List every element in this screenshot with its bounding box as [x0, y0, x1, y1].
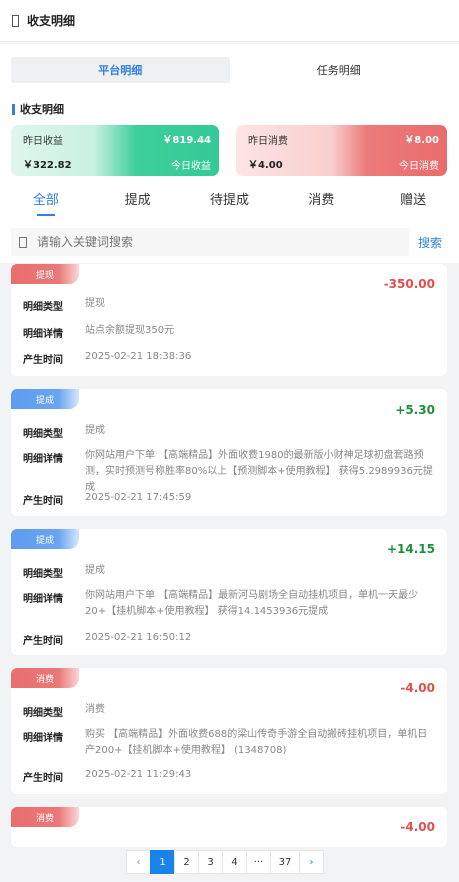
- record-card: 提成 +14.15 明细类型 提成 明细详情 你网站用户下单 【高端精品】最新河…: [11, 529, 447, 655]
- time-label: 产生时间: [23, 636, 63, 647]
- tab-gift[interactable]: 赠送: [367, 184, 459, 218]
- page-button-4[interactable]: 4: [222, 850, 247, 874]
- section-bar: [12, 103, 15, 115]
- page-button-2[interactable]: 2: [174, 850, 199, 874]
- income-card: 昨日收益 ￥819.44 ￥322.82 今日收益: [11, 125, 219, 176]
- detail-value: 你网站用户下单 【高端精品】外面收费1980的最新版小财神足球初盘套路预测，实时…: [85, 450, 433, 493]
- section-title: 收支明细: [12, 101, 64, 117]
- detail-value: 站点余额提现350元: [85, 325, 175, 336]
- record-type-row: 明细类型 提现: [23, 298, 435, 313]
- record-amount: +14.15: [386, 542, 435, 556]
- record-amount: -350.00: [383, 277, 435, 291]
- back-icon[interactable]: [12, 14, 19, 27]
- record-tag: 消费: [11, 668, 79, 688]
- record-type-row: 明细类型 提成: [23, 565, 435, 580]
- category-tabs: 全部 提成 待提成 消费 赠送: [0, 184, 459, 218]
- type-label: 明细类型: [23, 569, 63, 580]
- type-label: 明细类型: [23, 302, 63, 313]
- record-tag: 提成: [11, 389, 79, 409]
- section-title-text: 收支明细: [20, 103, 64, 116]
- search-box: [11, 228, 409, 256]
- search-row: 搜索: [0, 218, 459, 263]
- page-button-3[interactable]: 3: [198, 850, 223, 874]
- page-button-1[interactable]: 1: [150, 850, 175, 874]
- tab-pending-commission[interactable]: 待提成: [184, 184, 276, 218]
- record-amount: +5.30: [395, 403, 435, 417]
- time-label: 产生时间: [23, 496, 63, 507]
- page-ellipsis[interactable]: ···: [246, 850, 271, 874]
- tab-platform-detail[interactable]: 平台明细: [11, 57, 230, 83]
- record-card: 提成 +5.30 明细类型 提成 明细详情 你网站用户下单 【高端精品】外面收费…: [11, 389, 447, 516]
- tab-commission[interactable]: 提成: [92, 184, 184, 218]
- yesterday-spend-value: ￥8.00: [404, 135, 439, 146]
- top-tabs: 平台明细 任务明细: [11, 57, 448, 83]
- search-input[interactable]: [37, 235, 377, 249]
- detail-value: 你网站用户下单 【高端精品】最新河马剧场全自动挂机项目，单机一天最少20+【挂机…: [85, 590, 419, 617]
- today-income-label: 今日收益: [171, 161, 211, 172]
- detail-label: 明细详情: [23, 733, 63, 744]
- detail-label: 明细详情: [23, 594, 63, 605]
- record-time-row: 产生时间 2025-02-21 18:38:36: [23, 351, 435, 366]
- pagination: ‹ 1 2 3 4 ··· 37 ›: [126, 850, 324, 874]
- page-title: 收支明细: [27, 14, 76, 28]
- time-value: 2025-02-21 16:50:12: [85, 632, 192, 643]
- time-value: 2025-02-21 18:38:36: [85, 351, 192, 362]
- spend-card: 昨日消费 ￥8.00 ￥4.00 今日消费: [236, 125, 447, 176]
- type-value: 提成: [85, 565, 105, 576]
- time-value: 2025-02-21 11:29:43: [85, 769, 192, 780]
- prev-page-button[interactable]: ‹: [126, 850, 151, 874]
- record-tag: 消费: [11, 807, 79, 827]
- yesterday-income-label: 昨日收益: [23, 136, 63, 147]
- today-spend-label: 今日消费: [399, 161, 439, 172]
- type-label: 明细类型: [23, 708, 63, 719]
- record-tag: 提成: [11, 529, 79, 549]
- today-spend-value: ￥4.00: [248, 160, 283, 171]
- type-label: 明细类型: [23, 429, 63, 440]
- tab-all[interactable]: 全部: [0, 184, 92, 218]
- record-time-row: 产生时间 2025-02-21 11:29:43: [23, 769, 435, 784]
- search-button[interactable]: 搜索: [418, 234, 442, 251]
- record-amount: -4.00: [400, 820, 435, 834]
- record-detail-row: 明细详情 购买 【高端精品】外面收费688的梁山传奇手游全自动搬砖挂机项目，单机…: [23, 729, 435, 759]
- record-detail-row: 明细详情 你网站用户下单 【高端精品】最新河马剧场全自动挂机项目，单机一天最少2…: [23, 590, 435, 620]
- record-card: 消费 -4.00: [11, 807, 447, 847]
- yesterday-spend-label: 昨日消费: [248, 136, 288, 147]
- record-tag: 提现: [11, 264, 79, 284]
- type-value: 消费: [85, 704, 105, 715]
- record-time-row: 产生时间 2025-02-21 17:45:59: [23, 492, 435, 507]
- record-amount: -4.00: [400, 681, 435, 695]
- tab-task-detail[interactable]: 任务明细: [230, 57, 449, 83]
- detail-value: 购买 【高端精品】外面收费688的梁山传奇手游全自动搬砖挂机项目，单机日产200…: [85, 729, 428, 756]
- yesterday-income-value: ￥819.44: [162, 135, 211, 146]
- search-icon: [19, 236, 27, 248]
- summary-panel: 平台明细 任务明细 收支明细 昨日收益 ￥819.44 ￥322.82 今日收益…: [0, 44, 459, 218]
- time-label: 产生时间: [23, 355, 63, 366]
- page-button-last[interactable]: 37: [270, 850, 300, 874]
- app-header: 收支明细: [0, 0, 459, 42]
- tab-consumption[interactable]: 消费: [275, 184, 367, 218]
- record-card: 消费 -4.00 明细类型 消费 明细详情 购买 【高端精品】外面收费688的梁…: [11, 668, 447, 794]
- time-value: 2025-02-21 17:45:59: [85, 492, 192, 503]
- record-card: 提现 -350.00 明细类型 提现 明细详情 站点余额提现350元 产生时间 …: [11, 264, 447, 376]
- time-label: 产生时间: [23, 773, 63, 784]
- type-value: 提成: [85, 425, 105, 436]
- record-type-row: 明细类型 消费: [23, 704, 435, 719]
- next-page-button[interactable]: ›: [299, 850, 324, 874]
- detail-label: 明细详情: [23, 329, 63, 340]
- today-income-value: ￥322.82: [23, 160, 72, 171]
- type-value: 提现: [85, 298, 105, 309]
- detail-label: 明细详情: [23, 454, 63, 465]
- record-type-row: 明细类型 提成: [23, 425, 435, 440]
- record-time-row: 产生时间 2025-02-21 16:50:12: [23, 632, 435, 647]
- record-detail-row: 明细详情 站点余额提现350元: [23, 325, 435, 340]
